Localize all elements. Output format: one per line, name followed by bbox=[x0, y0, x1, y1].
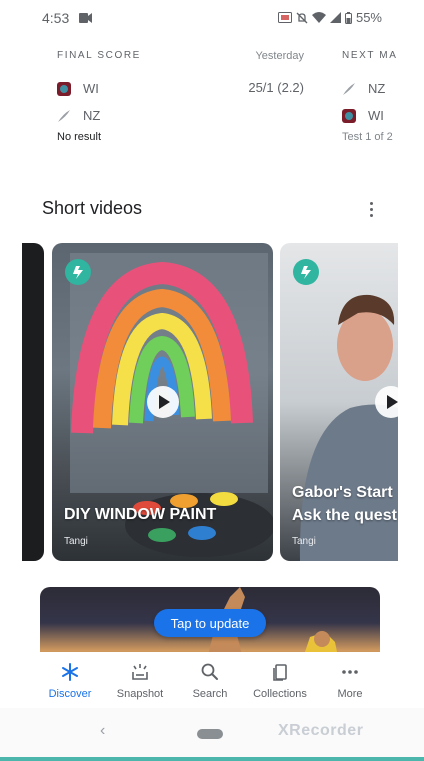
video-card-partial-left[interactable] bbox=[22, 243, 44, 561]
match-result: No result bbox=[57, 131, 102, 143]
next-match-column: NEXT MA NZ WI Test 1 of 2 bbox=[342, 50, 424, 143]
wi-flag-icon bbox=[342, 108, 356, 123]
nav-search[interactable]: Search bbox=[175, 662, 245, 700]
team-name: NZ bbox=[83, 108, 101, 123]
team-name: WI bbox=[368, 108, 384, 123]
video-title: Gabor's Start bbox=[292, 484, 393, 501]
video-card[interactable]: Gabor's Start Ask the quest Tangi bbox=[280, 243, 398, 561]
screen-record-icon bbox=[79, 13, 92, 23]
match-day: Yesterday bbox=[255, 50, 304, 62]
more-options-icon[interactable] bbox=[366, 200, 376, 218]
team-name: WI bbox=[83, 81, 99, 96]
system-navigation-bar: ‹ XRecorder bbox=[0, 708, 424, 761]
signal-icon bbox=[329, 12, 341, 23]
more-dots-icon bbox=[342, 670, 358, 674]
team-row: WI bbox=[342, 102, 424, 129]
wifi-icon bbox=[311, 12, 326, 23]
next-match-heading: NEXT MA bbox=[342, 50, 398, 61]
match-score: 25/1 (2.2) bbox=[248, 80, 304, 95]
home-pill[interactable] bbox=[197, 729, 223, 739]
match-detail-column: Yesterday 25/1 (2.2) bbox=[240, 50, 304, 101]
team-row: NZ bbox=[342, 75, 424, 102]
cricket-score-card[interactable]: FINAL SCORE WI NZ No result Yesterday 25… bbox=[0, 50, 424, 160]
collections-icon bbox=[273, 664, 287, 681]
mute-icon bbox=[296, 12, 308, 23]
cast-icon bbox=[277, 12, 292, 23]
tap-to-update-button[interactable]: Tap to update bbox=[154, 609, 266, 637]
wi-flag-icon bbox=[57, 81, 71, 96]
back-icon[interactable]: ‹ bbox=[100, 722, 105, 740]
video-source: Tangi bbox=[64, 536, 88, 547]
status-time: 4:53 bbox=[42, 10, 70, 26]
team-row: WI bbox=[57, 75, 141, 102]
section-title: Short videos bbox=[42, 198, 143, 218]
nav-label: Snapshot bbox=[116, 688, 164, 700]
fern-icon bbox=[58, 109, 70, 122]
recorder-watermark: XRecorder bbox=[278, 722, 364, 739]
nav-label: Collections bbox=[253, 688, 307, 700]
team-row: NZ bbox=[57, 102, 141, 129]
video-title: DIY WINDOW PAINT bbox=[64, 506, 217, 523]
video-card[interactable]: DIY WINDOW PAINT Tangi bbox=[52, 243, 273, 561]
shorts-icon bbox=[293, 259, 319, 285]
snapshot-icon bbox=[132, 664, 148, 680]
video-title-line2: Ask the quest bbox=[292, 507, 397, 524]
nav-label: More bbox=[337, 688, 363, 700]
video-source: Tangi bbox=[292, 536, 316, 547]
nav-label: Discover bbox=[48, 688, 92, 700]
nav-label: Search bbox=[192, 688, 228, 700]
nav-discover[interactable]: Discover bbox=[35, 662, 105, 700]
accent-bar bbox=[0, 757, 424, 761]
nav-more[interactable]: More bbox=[315, 662, 385, 700]
fern-icon bbox=[343, 82, 355, 95]
team-name: NZ bbox=[368, 81, 386, 96]
battery-percent: 55% bbox=[355, 10, 382, 25]
final-score-heading: FINAL SCORE bbox=[57, 50, 141, 61]
nav-snapshot[interactable]: Snapshot bbox=[105, 662, 175, 700]
status-bar: 4:53 55% bbox=[0, 0, 424, 36]
status-icons: 55% bbox=[277, 10, 382, 25]
search-icon bbox=[201, 663, 218, 680]
shorts-icon bbox=[65, 259, 91, 285]
final-score-column: FINAL SCORE WI NZ No result bbox=[57, 50, 141, 143]
nav-collections[interactable]: Collections bbox=[245, 662, 315, 700]
bottom-navigation: Discover Snapshot Search Collections Mor… bbox=[0, 652, 424, 708]
series-info: Test 1 of 2 bbox=[342, 131, 393, 143]
asterisk-icon bbox=[62, 663, 78, 681]
play-icon[interactable] bbox=[147, 386, 179, 418]
battery-icon bbox=[344, 11, 352, 24]
